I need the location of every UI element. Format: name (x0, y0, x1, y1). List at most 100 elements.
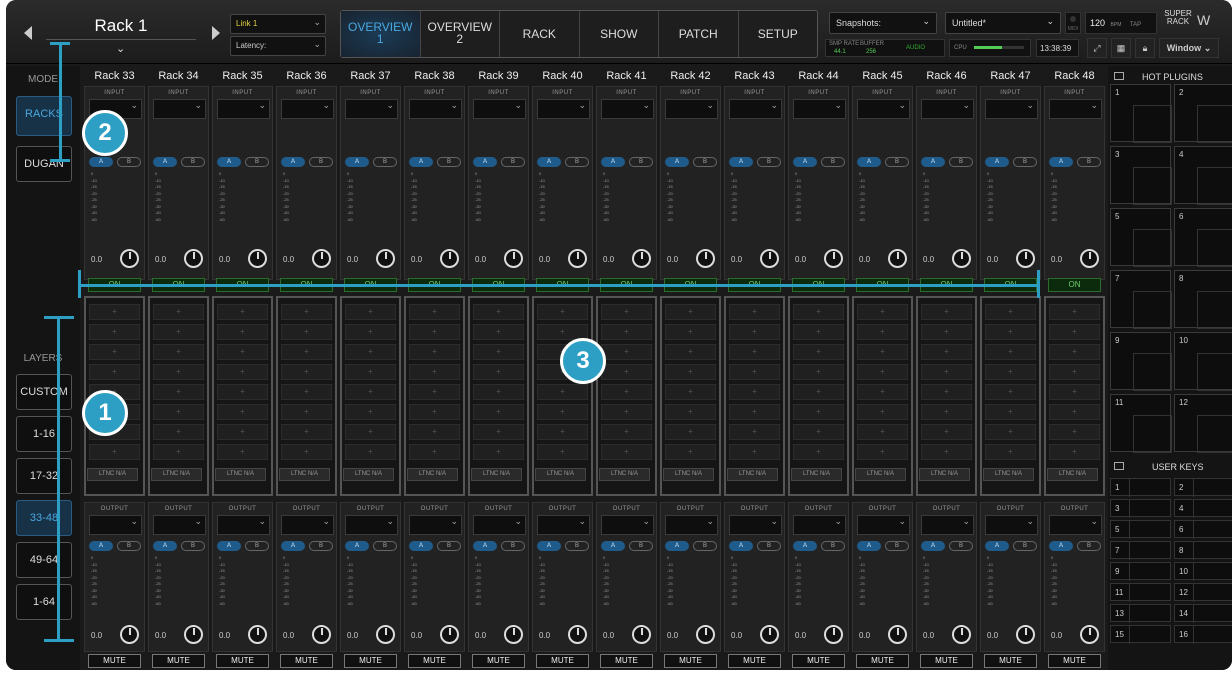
plugin-slot[interactable]: + (985, 424, 1036, 440)
mute-button[interactable]: MUTE (536, 654, 589, 668)
hot-plugin-slot[interactable]: 10 (1174, 332, 1232, 391)
gain-knob-icon[interactable] (568, 249, 587, 268)
mute-button[interactable]: MUTE (280, 654, 333, 668)
a-button[interactable]: A (921, 157, 945, 167)
a-button[interactable]: A (1049, 157, 1073, 167)
plugin-slot[interactable]: + (793, 344, 844, 360)
b-button[interactable]: B (949, 157, 973, 167)
layer-1-16-button[interactable]: 1-16 (16, 416, 72, 452)
bpm-display[interactable]: 120 BPM TAP (1085, 12, 1157, 34)
plugin-slot[interactable]: + (281, 304, 332, 320)
output-dropdown[interactable] (281, 515, 334, 535)
chevron-down-icon[interactable]: ⌄ (116, 42, 125, 55)
user-key[interactable]: 7 (1110, 541, 1171, 560)
plugin-slot[interactable]: + (1049, 424, 1100, 440)
b-button[interactable]: B (821, 157, 845, 167)
plugin-slot[interactable]: + (281, 384, 332, 400)
plugin-slot[interactable]: + (793, 384, 844, 400)
plugin-slot[interactable]: + (1049, 364, 1100, 380)
plugin-slot[interactable]: + (921, 404, 972, 420)
a-button[interactable]: A (345, 541, 369, 551)
plugin-slot[interactable]: + (153, 424, 204, 440)
plugin-slot[interactable]: + (153, 404, 204, 420)
tab-setup[interactable]: SETUP (739, 11, 818, 57)
b-button[interactable]: B (757, 157, 781, 167)
b-button[interactable]: B (821, 541, 845, 551)
plugin-slot[interactable]: + (345, 344, 396, 360)
gain-knob-icon[interactable] (504, 249, 523, 268)
plugin-slot[interactable]: + (601, 304, 652, 320)
gain-knob-icon[interactable] (184, 625, 203, 644)
plugin-slot[interactable]: + (665, 324, 716, 340)
plugin-slot[interactable]: + (985, 444, 1036, 460)
input-dropdown[interactable] (153, 99, 206, 119)
gain-knob-icon[interactable] (376, 249, 395, 268)
a-button[interactable]: A (857, 541, 881, 551)
plugin-slot[interactable]: + (409, 304, 460, 320)
a-button[interactable]: A (537, 541, 561, 551)
b-button[interactable]: B (437, 157, 461, 167)
gain-knob-icon[interactable] (1080, 625, 1099, 644)
plugin-slot[interactable]: + (665, 404, 716, 420)
b-button[interactable]: B (309, 541, 333, 551)
plugin-slot[interactable]: + (345, 364, 396, 380)
plugin-slot[interactable]: + (537, 404, 588, 420)
output-dropdown[interactable] (345, 515, 398, 535)
plugin-slot[interactable]: + (665, 424, 716, 440)
plugin-slot[interactable]: + (985, 304, 1036, 320)
plugin-slot[interactable]: + (1049, 324, 1100, 340)
plugin-slot[interactable]: + (857, 304, 908, 320)
gain-knob-icon[interactable] (1016, 249, 1035, 268)
plugin-slot[interactable]: + (281, 404, 332, 420)
plugin-slot[interactable]: + (345, 424, 396, 440)
gain-knob-icon[interactable] (312, 625, 331, 644)
a-button[interactable]: A (985, 157, 1009, 167)
plugin-slot[interactable]: + (153, 364, 204, 380)
plugin-slot[interactable]: + (729, 424, 780, 440)
tap-button[interactable]: TAP (1130, 22, 1141, 28)
output-dropdown[interactable] (1049, 515, 1102, 535)
lock-icon[interactable]: 🔒︎ (1135, 38, 1155, 58)
plugin-slot[interactable]: + (601, 344, 652, 360)
plugin-slot[interactable]: + (409, 324, 460, 340)
hot-plugin-slot[interactable]: 8 (1174, 270, 1232, 329)
b-button[interactable]: B (885, 541, 909, 551)
plugin-slot[interactable]: + (793, 404, 844, 420)
hot-plugin-slot[interactable]: 6 (1174, 208, 1232, 267)
plugin-slot[interactable]: + (409, 384, 460, 400)
b-button[interactable]: B (501, 541, 525, 551)
a-button[interactable]: A (729, 541, 753, 551)
gain-knob-icon[interactable] (568, 625, 587, 644)
plugin-slot[interactable]: + (601, 364, 652, 380)
user-key[interactable]: 10 (1174, 562, 1232, 581)
input-dropdown[interactable] (537, 99, 590, 119)
b-button[interactable]: B (181, 541, 205, 551)
layer-17-32-button[interactable]: 17-32 (16, 458, 72, 494)
plugin-slot[interactable]: + (665, 384, 716, 400)
plugin-slot[interactable]: + (601, 444, 652, 460)
gain-knob-icon[interactable] (120, 625, 139, 644)
rack-title[interactable]: Rack 37 (340, 70, 401, 82)
input-dropdown[interactable] (473, 99, 526, 119)
plugin-slot[interactable]: + (985, 324, 1036, 340)
user-key[interactable]: 12 (1174, 583, 1232, 602)
a-button[interactable]: A (89, 157, 113, 167)
plugin-slot[interactable]: + (217, 304, 268, 320)
plugin-slot[interactable]: + (153, 304, 204, 320)
hot-plugin-slot[interactable]: 2 (1174, 84, 1232, 143)
plugin-slot[interactable]: + (217, 424, 268, 440)
output-dropdown[interactable] (985, 515, 1038, 535)
plugin-slot[interactable]: + (345, 384, 396, 400)
plugin-slot[interactable]: + (473, 444, 524, 460)
user-key[interactable]: 14 (1174, 604, 1232, 623)
user-key[interactable]: 5 (1110, 520, 1171, 539)
plugin-slot[interactable]: + (857, 324, 908, 340)
gain-knob-icon[interactable] (504, 625, 523, 644)
plugin-slot[interactable]: + (793, 364, 844, 380)
tab-show[interactable]: SHOW (580, 11, 659, 57)
a-button[interactable]: A (793, 541, 817, 551)
a-button[interactable]: A (729, 157, 753, 167)
hot-plugin-slot[interactable]: 9 (1110, 332, 1172, 391)
rack-title[interactable]: Rack 45 (852, 70, 913, 82)
a-button[interactable]: A (89, 541, 113, 551)
